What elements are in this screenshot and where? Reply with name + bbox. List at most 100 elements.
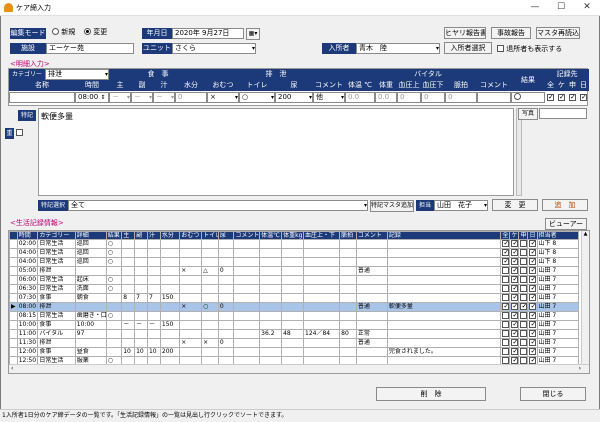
table-row[interactable]: 02:00日常生活巡回○ 山下 8 bbox=[9, 239, 580, 249]
close-window-button[interactable]: ✕ bbox=[574, 0, 600, 15]
life-col-header[interactable]: コメント bbox=[355, 231, 388, 240]
checkbox-icon[interactable] bbox=[520, 285, 527, 292]
rec-care-checkbox[interactable] bbox=[558, 93, 565, 102]
checked-icon[interactable] bbox=[529, 267, 537, 275]
record-checkbox-cell[interactable] bbox=[527, 257, 538, 267]
main-select[interactable]: － bbox=[109, 92, 131, 103]
add-button[interactable]: 追 加 bbox=[542, 199, 588, 211]
bp-lower-input[interactable]: 0 bbox=[421, 92, 445, 103]
checked-icon[interactable] bbox=[529, 249, 537, 257]
checked-icon[interactable] bbox=[529, 357, 537, 365]
table-row[interactable]: 11:30排泄××0普通山田 7 bbox=[9, 338, 580, 348]
table-row[interactable]: 08:15日常生活歯磨き・口○ 山田 7 bbox=[9, 311, 580, 321]
checked-icon[interactable] bbox=[511, 240, 518, 248]
checkbox-icon[interactable] bbox=[502, 357, 509, 364]
table-row[interactable]: 05:00排泄 ×△0 普通 山田 7 bbox=[9, 266, 580, 276]
checked-icon[interactable] bbox=[529, 240, 537, 248]
checked-icon[interactable] bbox=[511, 357, 518, 365]
checked-icon[interactable] bbox=[529, 258, 537, 266]
record-checkbox-cell[interactable] bbox=[500, 275, 511, 285]
maximize-button[interactable]: ☐ bbox=[548, 0, 574, 15]
record-checkbox-cell[interactable] bbox=[527, 320, 538, 330]
checked-icon[interactable] bbox=[502, 240, 509, 248]
checked-icon[interactable] bbox=[511, 294, 518, 302]
record-checkbox-cell[interactable] bbox=[509, 275, 520, 285]
life-col-header[interactable]: 尿 bbox=[217, 231, 235, 240]
table-row[interactable]: ▶08:00排泄 ×○0 普通軟便多量 山田 7 bbox=[9, 302, 580, 312]
delete-button[interactable]: 削 除 bbox=[376, 387, 486, 401]
checked-icon[interactable] bbox=[502, 249, 509, 257]
date-field[interactable]: 2020年 9月27日 bbox=[172, 28, 244, 39]
record-checkbox-cell[interactable] bbox=[509, 239, 520, 249]
record-checkbox-cell[interactable] bbox=[500, 347, 511, 357]
checked-icon[interactable] bbox=[511, 321, 518, 329]
checked-icon[interactable] bbox=[511, 276, 518, 284]
record-checkbox-cell[interactable] bbox=[509, 302, 520, 312]
record-checkbox-cell[interactable] bbox=[500, 302, 511, 312]
life-col-header[interactable]: 日 bbox=[527, 231, 538, 240]
record-checkbox-cell[interactable] bbox=[518, 266, 529, 276]
vertical-scrollbar[interactable]: ▲ bbox=[581, 231, 589, 365]
checkbox-icon[interactable] bbox=[502, 312, 509, 319]
life-col-header[interactable]: 血圧上・下 bbox=[303, 231, 341, 240]
life-col-header[interactable]: 記録 bbox=[386, 231, 502, 240]
life-col-header[interactable]: 担当者 bbox=[536, 231, 580, 240]
select-resident-button[interactable]: 入所者選択 bbox=[444, 42, 492, 54]
table-row[interactable]: 11:00バイタル97 36.248124／8480正常 山田 7 bbox=[9, 329, 580, 339]
special-note-textarea[interactable]: 軟便多量 bbox=[38, 108, 514, 196]
record-checkbox-cell[interactable] bbox=[518, 284, 529, 294]
life-col-header[interactable]: 申 bbox=[518, 231, 529, 240]
result-input[interactable] bbox=[511, 92, 545, 103]
checked-icon[interactable] bbox=[511, 348, 518, 356]
life-col-header[interactable]: コメント bbox=[233, 231, 261, 240]
result-radio-icon[interactable] bbox=[514, 93, 521, 100]
staff-select[interactable]: 山田 花子 bbox=[434, 200, 488, 211]
record-checkbox-cell[interactable] bbox=[518, 293, 529, 303]
life-col-header[interactable]: 体温℃ bbox=[259, 231, 283, 240]
close-button[interactable]: 閉じる bbox=[520, 387, 586, 401]
show-discharged-checkbox[interactable]: 退所者も表示する bbox=[497, 44, 562, 54]
record-checkbox-cell[interactable] bbox=[527, 248, 538, 258]
checkbox-icon[interactable] bbox=[502, 330, 509, 337]
checked-icon[interactable] bbox=[529, 321, 537, 329]
resident-select[interactable]: 青木 陸 bbox=[356, 43, 440, 54]
checkbox-icon[interactable] bbox=[520, 312, 527, 319]
checkbox-icon[interactable] bbox=[520, 267, 527, 274]
record-checkbox-cell[interactable] bbox=[518, 329, 529, 339]
water-input[interactable]: 0 bbox=[175, 92, 207, 103]
checked-icon[interactable] bbox=[511, 258, 518, 266]
record-checkbox-cell[interactable] bbox=[500, 311, 511, 321]
life-col-header[interactable]: トイレ bbox=[201, 231, 219, 240]
category-select[interactable]: 排泄 bbox=[45, 69, 109, 80]
pulse-input[interactable]: 0 bbox=[445, 92, 477, 103]
reload-master-button[interactable]: マスタ再読込 bbox=[536, 27, 580, 39]
urine-select[interactable]: 200 bbox=[275, 92, 313, 103]
checked-icon[interactable] bbox=[580, 93, 587, 102]
checkbox-icon[interactable] bbox=[520, 357, 527, 364]
mode-edit-option[interactable]: 変更 bbox=[84, 27, 107, 37]
life-table-header[interactable]: 時間カテゴリー詳細結果主副汁水分おむつトイレ尿コメント体温℃体重kg血圧上・下脈… bbox=[9, 231, 580, 240]
record-checkbox-cell[interactable] bbox=[518, 239, 529, 249]
checkbox-icon[interactable] bbox=[502, 321, 509, 328]
checked-icon[interactable] bbox=[529, 276, 537, 284]
life-col-header[interactable]: 汁 bbox=[146, 231, 161, 240]
note-select[interactable]: 全て bbox=[68, 200, 368, 211]
record-checkbox-cell[interactable] bbox=[527, 239, 538, 249]
checked-icon[interactable] bbox=[529, 312, 537, 320]
checkbox-icon[interactable] bbox=[520, 276, 527, 283]
table-row[interactable]: 06:00日常生活起床○ 山田 7 bbox=[9, 275, 580, 285]
checked-icon[interactable] bbox=[529, 294, 537, 302]
horizontal-scrollbar[interactable]: ‹ › bbox=[9, 364, 589, 373]
record-checkbox-cell[interactable] bbox=[509, 329, 520, 339]
excretion-comment-select[interactable]: 他 bbox=[313, 92, 345, 103]
record-checkbox-cell[interactable] bbox=[527, 347, 538, 357]
table-row[interactable]: 10:00食事10:00－－－150山田 7 bbox=[9, 320, 580, 330]
name-input[interactable] bbox=[9, 92, 75, 103]
record-checkbox-cell[interactable] bbox=[527, 293, 538, 303]
calendar-dropdown-icon[interactable]: ▦▾ bbox=[246, 28, 260, 40]
life-col-header[interactable]: おむつ bbox=[179, 231, 203, 240]
radio-icon[interactable] bbox=[52, 28, 59, 35]
accident-report-button[interactable]: 事故報告 bbox=[491, 27, 531, 39]
mode-new-option[interactable]: 新規 bbox=[52, 27, 75, 37]
checked-icon[interactable] bbox=[569, 93, 576, 102]
